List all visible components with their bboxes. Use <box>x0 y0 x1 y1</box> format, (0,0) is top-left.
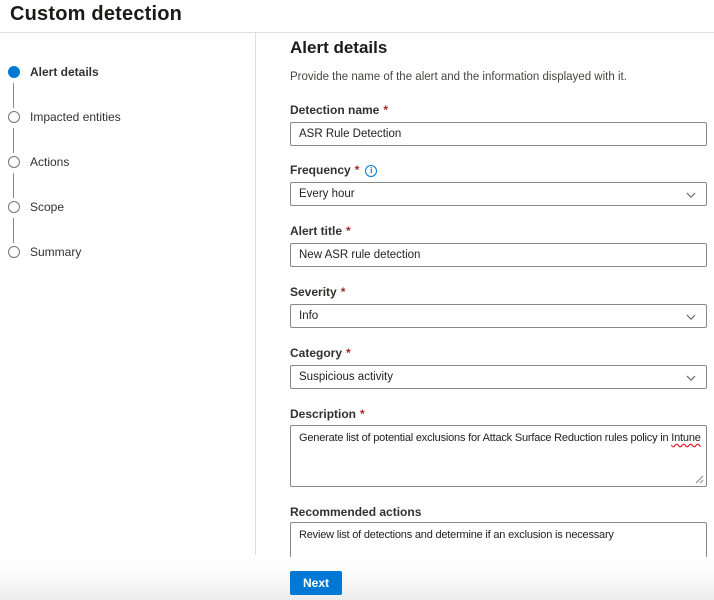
wizard-footer: Next <box>0 557 714 600</box>
label-text: Description <box>290 408 356 421</box>
step-connector <box>13 128 14 153</box>
step-connector <box>13 173 14 198</box>
stepper-item-alert-details[interactable]: Alert details <box>0 66 250 82</box>
field-label: Frequency * i <box>290 164 707 177</box>
field-label: Alert title * <box>290 225 707 238</box>
label-text: Severity <box>290 286 337 299</box>
step-indicator-icon <box>8 201 20 213</box>
field-label: Recommended actions <box>290 506 707 519</box>
step-label: Summary <box>30 246 81 259</box>
stepper-item-actions[interactable]: Actions <box>0 156 250 172</box>
wizard-stepper: Alert details Impacted entities Actions … <box>0 0 255 600</box>
required-asterisk: * <box>341 286 346 299</box>
alert-details-panel: Alert details Provide the name of the al… <box>290 38 707 557</box>
category-select[interactable]: Suspicious activity <box>290 365 707 389</box>
field-recommended-actions: Recommended actions Review list of detec… <box>290 506 707 519</box>
step-indicator-icon <box>8 246 20 258</box>
field-alert-title: Alert title * <box>290 225 707 238</box>
step-label: Alert details <box>30 66 99 79</box>
stepper-item-impacted-entities[interactable]: Impacted entities <box>0 111 250 127</box>
required-asterisk: * <box>346 225 351 238</box>
step-connector <box>13 83 14 108</box>
chevron-down-icon <box>685 311 697 323</box>
label-text: Detection name <box>290 104 379 117</box>
section-heading: Alert details <box>290 38 387 58</box>
field-description: Description * Generate list of potential… <box>290 408 707 421</box>
description-text: Generate list of potential exclusions fo… <box>299 432 671 444</box>
selected-value: Every hour <box>299 188 355 200</box>
spellchecked-word: Intune <box>671 432 700 444</box>
selected-value: Info <box>299 310 318 322</box>
section-description: Provide the name of the alert and the in… <box>290 71 627 83</box>
next-button[interactable]: Next <box>290 571 342 595</box>
recommended-actions-text: Review list of detections and determine … <box>299 529 614 541</box>
step-label: Actions <box>30 156 69 169</box>
field-frequency: Frequency * i Every hour <box>290 164 707 177</box>
step-indicator-icon <box>8 156 20 168</box>
step-label: Scope <box>30 201 64 214</box>
label-text: Frequency <box>290 164 351 177</box>
field-label: Severity * <box>290 286 707 299</box>
detection-name-input[interactable] <box>290 122 707 146</box>
stepper-item-summary[interactable]: Summary <box>0 246 250 262</box>
field-label: Description * <box>290 408 707 421</box>
severity-select[interactable]: Info <box>290 304 707 328</box>
required-asterisk: * <box>383 104 388 117</box>
label-text: Alert title <box>290 225 342 238</box>
chevron-down-icon <box>685 372 697 384</box>
step-indicator-filled-icon <box>8 66 20 78</box>
selected-value: Suspicious activity <box>299 371 393 383</box>
stepper-item-scope[interactable]: Scope <box>0 201 250 217</box>
step-indicator-icon <box>8 111 20 123</box>
step-label: Impacted entities <box>30 111 121 124</box>
step-connector <box>13 218 14 243</box>
description-textarea[interactable]: Generate list of potential exclusions fo… <box>290 425 707 487</box>
field-category: Category * Suspicious activity <box>290 347 707 360</box>
required-asterisk: * <box>360 408 365 421</box>
alert-title-input[interactable] <box>290 243 707 267</box>
label-text: Category <box>290 347 342 360</box>
field-label: Detection name * <box>290 104 707 117</box>
required-asterisk: * <box>346 347 351 360</box>
field-severity: Severity * Info <box>290 286 707 299</box>
resize-grip-icon[interactable] <box>695 475 704 484</box>
field-detection-name: Detection name * <box>290 104 707 117</box>
info-icon[interactable]: i <box>365 165 377 177</box>
frequency-select[interactable]: Every hour <box>290 182 707 206</box>
field-label: Category * <box>290 347 707 360</box>
label-text: Recommended actions <box>290 506 421 519</box>
chevron-down-icon <box>685 189 697 201</box>
recommended-actions-textarea[interactable]: Review list of detections and determine … <box>290 522 707 557</box>
custom-detection-wizard: Custom detection Alert details Impacted … <box>0 0 714 600</box>
required-asterisk: * <box>355 164 360 177</box>
panel-divider <box>255 33 256 555</box>
